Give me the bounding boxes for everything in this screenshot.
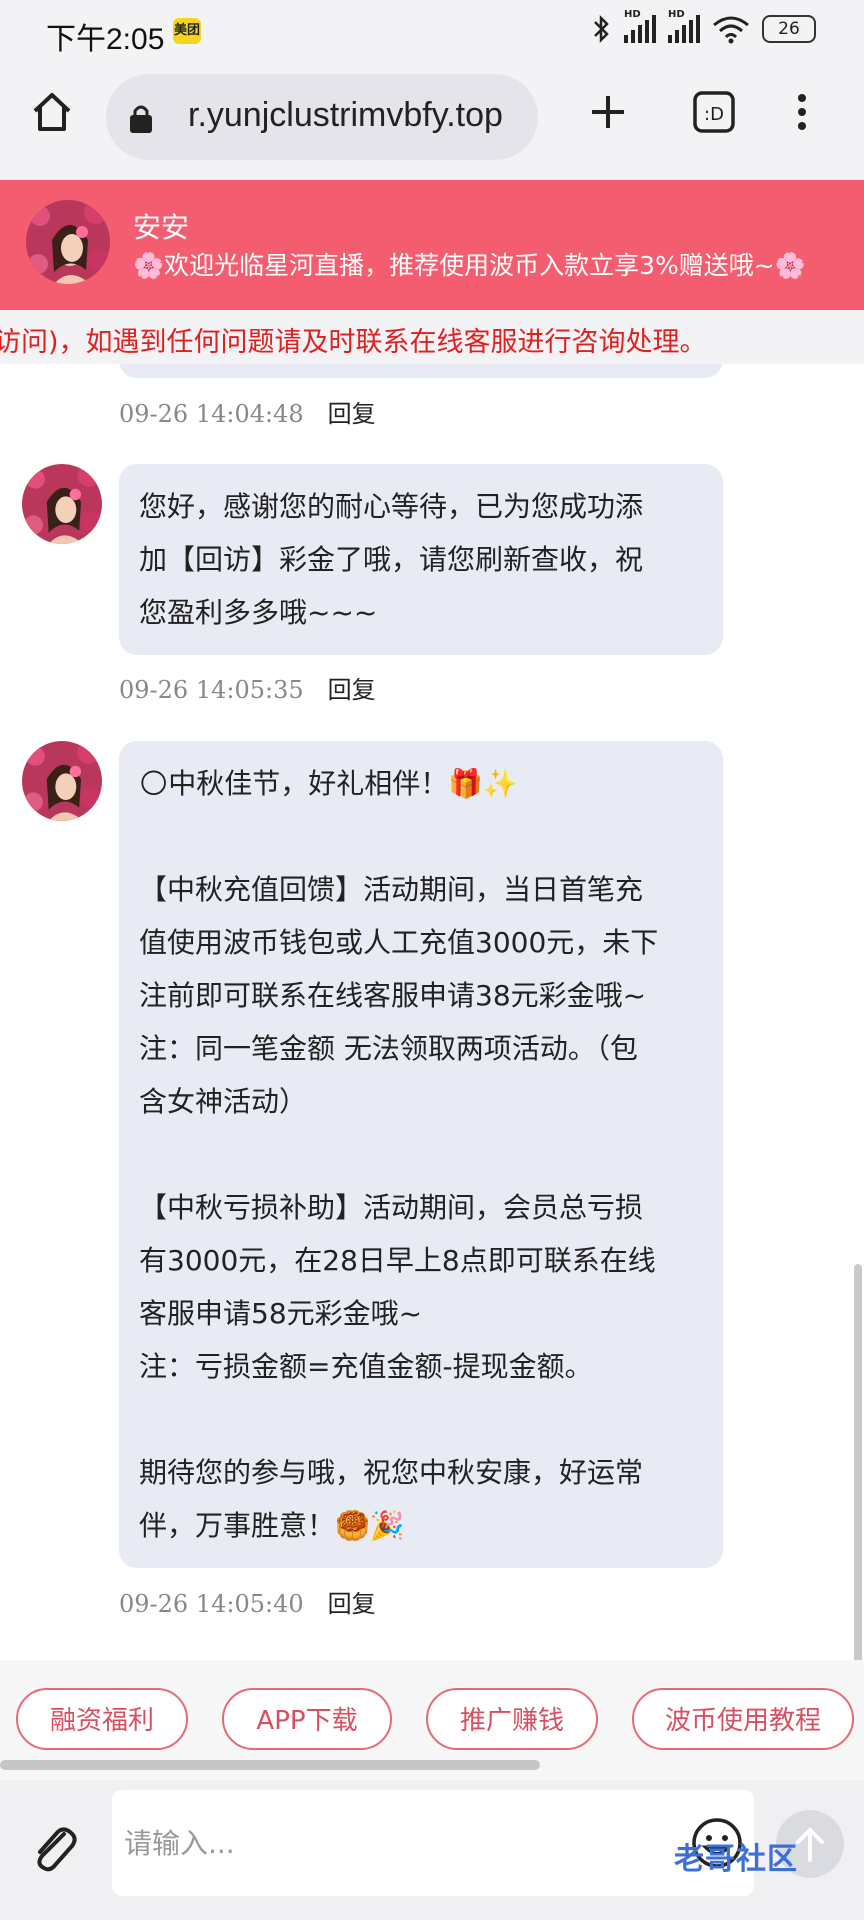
- message-line: 🌕中秋佳节，好礼相伴！🎁✨: [139, 767, 518, 800]
- address-bar[interactable]: r.yunjclustrimvbfy.top: [106, 74, 538, 160]
- app-download-button[interactable]: APP下载: [222, 1688, 392, 1750]
- message-line: 客服申请58元彩金哦~: [139, 1297, 423, 1330]
- tab-switcher-icon[interactable]: :D: [692, 90, 736, 134]
- message-line: 伴，万事胜意！🥮🎉: [139, 1509, 405, 1542]
- message-input-box[interactable]: [112, 1790, 754, 1896]
- browser-toolbar: r.yunjclustrimvbfy.top :D: [0, 62, 864, 180]
- message-avatar[interactable]: [22, 464, 102, 548]
- message-avatar[interactable]: [22, 741, 102, 825]
- chat-area[interactable]: 09-26 14:04:48 回复 您好，感谢您的耐心等待，已为您成功添 加【回访…: [0, 364, 864, 1660]
- signal-icon-2: HD: [668, 9, 700, 43]
- reply-button[interactable]: 回复: [328, 676, 376, 704]
- message-line: 有3000元，在28日早上8点即可联系在线: [139, 1244, 656, 1277]
- svg-text::D: :D: [704, 104, 724, 125]
- financing-benefits-button[interactable]: 融资福利: [16, 1688, 188, 1750]
- message-line: 您盈利多多哦~~~: [139, 596, 378, 629]
- url-text: r.yunjclustrimvbfy.top: [188, 96, 503, 134]
- message-line: 注：亏损金额=充值金额-提现金额。: [139, 1350, 593, 1383]
- message-meta: 09-26 14:04:48 回复: [119, 394, 376, 429]
- message-meta: 09-26 14:05:35 回复: [119, 670, 376, 705]
- home-icon[interactable]: [30, 90, 74, 134]
- input-bar: 老哥社区: [0, 1780, 864, 1920]
- message-bubble: 您好，感谢您的耐心等待，已为您成功添 加【回访】彩金了哦，请您刷新查收，祝 您盈…: [119, 464, 723, 655]
- message-line: 【中秋亏损补助】活动期间，会员总亏损: [139, 1191, 644, 1224]
- notice-text: 访问)，如遇到任何问题请及时联系在线客服进行咨询处理。: [0, 327, 707, 358]
- message-time: 09-26 14:05:35: [119, 676, 304, 704]
- message-bubble: [119, 364, 723, 378]
- welcome-message: 🌸欢迎光临星河直播，推荐使用波币入款立享3%赠送哦~🌸: [133, 251, 806, 280]
- agent-name: 安安: [133, 211, 190, 244]
- message-time: 09-26 14:05:40: [119, 1590, 304, 1618]
- message-line: 您好，感谢您的耐心等待，已为您成功添: [139, 490, 644, 523]
- promote-earn-button[interactable]: 推广赚钱: [426, 1688, 598, 1750]
- message-input[interactable]: [122, 1814, 686, 1872]
- status-time: 下午2:05: [46, 23, 165, 56]
- vertical-scrollbar[interactable]: [854, 1264, 862, 1660]
- notice-marquee: 访问)，如遇到任何问题请及时联系在线客服进行咨询处理。: [0, 310, 864, 364]
- battery-icon: 26: [762, 15, 816, 43]
- quick-actions: 融资福利 APP下载 推广赚钱 波币使用教程: [0, 1660, 864, 1780]
- signal-icon: HD: [624, 9, 656, 43]
- message-line: 注前即可联系在线客服申请38元彩金哦~: [139, 979, 647, 1012]
- message-line: 值使用波币钱包或人工充值3000元，未下: [139, 926, 659, 959]
- message-line: 加【回访】彩金了哦，请您刷新查收，祝: [139, 543, 644, 576]
- status-icons: HD HD 26: [592, 9, 816, 44]
- agent-avatar[interactable]: [26, 200, 110, 284]
- message-line: 含女神活动）: [139, 1085, 308, 1118]
- message-time: 09-26 14:04:48: [119, 400, 304, 428]
- wifi-icon: [713, 16, 749, 44]
- message-line: 注：同一笔金额 无法领取两项活动。（包: [139, 1032, 638, 1065]
- attachment-icon[interactable]: [26, 1820, 82, 1876]
- message-bubble: 🌕中秋佳节，好礼相伴！🎁✨ 【中秋充值回馈】活动期间，当日首笔充 值使用波币钱包…: [119, 741, 723, 1568]
- bluetooth-icon: [594, 14, 609, 44]
- more-menu-icon[interactable]: [790, 90, 814, 134]
- watermark-logo: 老哥社区: [674, 1842, 798, 1877]
- message-meta: 09-26 14:05:40 回复: [119, 1584, 376, 1619]
- reply-button[interactable]: 回复: [328, 1590, 376, 1618]
- new-tab-icon[interactable]: [586, 90, 630, 134]
- message-line: 期待您的参与哦，祝您中秋安康，好运常: [139, 1456, 644, 1489]
- message-line: 【中秋充值回馈】活动期间，当日首笔充: [139, 873, 644, 906]
- status-bar: 下午2:05 美团 HD HD 26: [0, 0, 864, 62]
- horizontal-scrollbar[interactable]: [0, 1760, 540, 1770]
- chat-header: 安安 🌸欢迎光临星河直播，推荐使用波币入款立享3%赠送哦~🌸: [0, 180, 864, 310]
- lock-icon: [130, 105, 152, 133]
- tutorial-button[interactable]: 波币使用教程: [632, 1688, 854, 1750]
- meituan-badge-icon: 美团: [173, 18, 201, 44]
- reply-button[interactable]: 回复: [328, 400, 376, 428]
